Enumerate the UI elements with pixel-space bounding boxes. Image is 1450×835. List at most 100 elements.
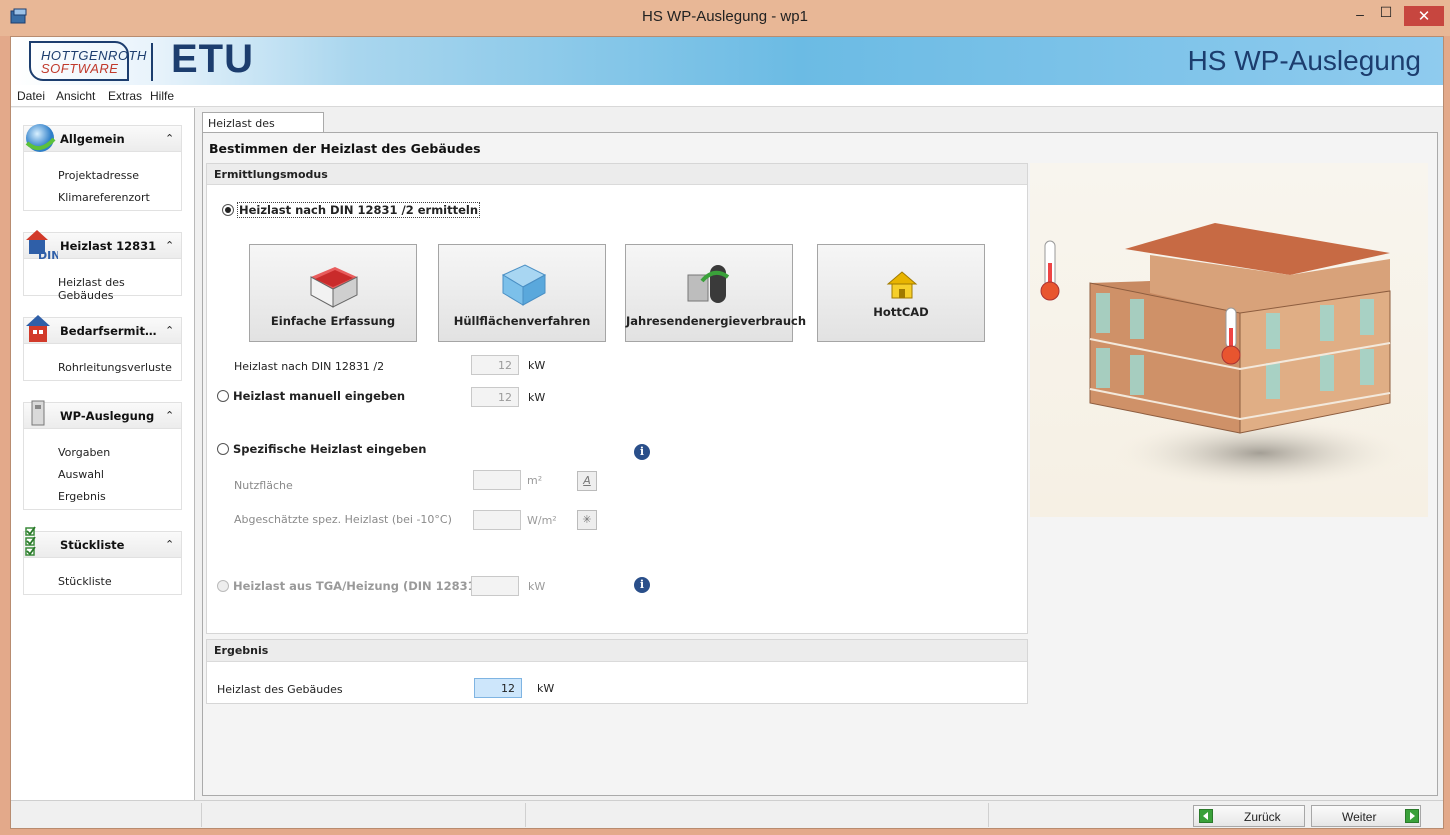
- collapse-icon[interactable]: ⌃: [165, 132, 174, 145]
- sidebar-item-klimareferenzort[interactable]: Klimareferenzort: [58, 191, 150, 204]
- status-bar: Zurück Weiter: [11, 800, 1443, 828]
- collapse-icon[interactable]: ⌃: [165, 239, 174, 252]
- wand-button[interactable]: ✳: [577, 510, 597, 530]
- sidebar-group-title: Stückliste: [60, 538, 125, 552]
- tank-icon: [687, 265, 730, 303]
- sidebar-item-rohrleitungsverluste[interactable]: Rohrleitungsverluste: [58, 361, 172, 374]
- info-icon[interactable]: i: [634, 577, 650, 593]
- next-button-label: Weiter: [1342, 810, 1377, 824]
- ergebnis-section: Ergebnis Heizlast des Gebäudes 12 kW: [206, 639, 1028, 704]
- building-image: [1040, 223, 1410, 489]
- logo-separator: [151, 43, 153, 81]
- back-button-label: Zurück: [1244, 810, 1281, 824]
- button-label: Jahresendenergieverbrauch: [626, 314, 807, 328]
- radio-manual-label[interactable]: Heizlast manuell eingeben: [233, 389, 405, 403]
- spez-heizlast-field[interactable]: [473, 510, 521, 530]
- ermittlungsmodus-section: Ermittlungsmodus Heizlast nach DIN 12831…: [206, 163, 1028, 634]
- collapse-icon[interactable]: ⌃: [165, 538, 174, 551]
- thermometer-icon: [1040, 240, 1060, 301]
- hottcad-button[interactable]: HottCAD: [817, 244, 985, 342]
- arrow-right-icon: [1405, 809, 1419, 823]
- sidebar-group-header[interactable]: WP-Auslegung ⌃: [24, 400, 181, 429]
- menu-bar: Datei Ansicht Extras Hilfe: [11, 85, 1443, 107]
- status-divider: [525, 803, 526, 827]
- area-calc-button[interactable]: A: [577, 471, 597, 491]
- button-label: Hüllflächenverfahren: [453, 314, 591, 328]
- back-button[interactable]: Zurück: [1193, 805, 1305, 827]
- window-title: HS WP-Auslegung - wp1: [642, 8, 808, 25]
- svg-text:DIN: DIN: [38, 249, 58, 260]
- logo-text-software: SOFTWARE: [41, 61, 119, 76]
- sidebar-group-title: Allgemein: [60, 132, 125, 146]
- room-box-icon: [310, 267, 358, 308]
- sidebar-group-heizlast: DIN Heizlast 12831 ⌃ Heizlast des Gebäud…: [23, 230, 182, 302]
- sidebar-group-header[interactable]: Allgemein ⌃: [24, 124, 181, 152]
- radio-specific[interactable]: [217, 443, 229, 455]
- arrow-left-icon: [1199, 809, 1213, 823]
- sidebar-item-vorgaben[interactable]: Vorgaben: [58, 446, 110, 459]
- din-heizlast-unit: kW: [528, 359, 546, 372]
- menu-hilfe[interactable]: Hilfe: [150, 89, 174, 103]
- next-button[interactable]: Weiter: [1311, 805, 1421, 827]
- manual-heizlast-field[interactable]: 12: [471, 387, 519, 407]
- sidebar-group-header[interactable]: Bedarfsermittlu... ⌃: [24, 315, 181, 344]
- radio-din[interactable]: [222, 204, 234, 216]
- sidebar-item-heizlast-gebaeude[interactable]: Heizlast des Gebäudes: [58, 276, 181, 302]
- collapse-icon[interactable]: ⌃: [165, 324, 174, 337]
- radio-tga[interactable]: [217, 580, 229, 592]
- info-icon[interactable]: i: [634, 444, 650, 460]
- section-header: Ergebnis: [207, 640, 1027, 662]
- collapse-icon[interactable]: ⌃: [165, 409, 174, 422]
- heat-pump-icon: [31, 400, 45, 426]
- button-label: HottCAD: [873, 305, 929, 319]
- tga-heizlast-field: [471, 576, 519, 596]
- huellflaechenverfahren-button[interactable]: Hüllflächenverfahren: [438, 244, 606, 342]
- radio-manual[interactable]: [217, 390, 229, 402]
- radio-tga-label[interactable]: Heizlast aus TGA/Heizung (DIN 12831): [233, 579, 481, 593]
- maximize-button[interactable]: ☐: [1376, 4, 1396, 21]
- radio-specific-label[interactable]: Spezifische Heizlast eingeben: [233, 442, 426, 456]
- button-label: Einfache Erfassung: [270, 314, 396, 328]
- sidebar-group-title: WP-Auslegung: [60, 409, 155, 423]
- manual-heizlast-unit: kW: [528, 391, 546, 404]
- tab-panel: Bestimmen der Heizlast des Gebäudes Ermi…: [202, 132, 1438, 796]
- close-button[interactable]: ✕: [1404, 6, 1444, 26]
- sidebar-group-wp: WP-Auslegung ⌃ Vorgaben Auswahl Ergebnis: [23, 400, 182, 510]
- menu-extras[interactable]: Extras: [108, 89, 142, 103]
- banner: HOTTGENROTH SOFTWARE ETU HS WP-Auslegung: [11, 37, 1443, 85]
- sidebar: Allgemein ⌃ Projektadresse Klimareferenz…: [11, 108, 195, 800]
- menu-datei[interactable]: Datei: [17, 89, 45, 103]
- spez-heizlast-label: Abgeschätzte spez. Heizlast (bei -10°C): [234, 513, 452, 526]
- radio-din-label[interactable]: Heizlast nach DIN 12831 /2 ermitteln: [237, 202, 481, 218]
- app-window: HOTTGENROTH SOFTWARE ETU HS WP-Auslegung…: [10, 36, 1444, 829]
- einfache-erfassung-button[interactable]: Einfache Erfassung: [249, 244, 417, 342]
- status-divider: [988, 803, 989, 827]
- sidebar-group-allgemein: Allgemein ⌃ Projektadresse Klimareferenz…: [23, 124, 182, 211]
- sidebar-group-title: Heizlast 12831: [60, 239, 157, 253]
- product-logo: ETU: [171, 37, 254, 81]
- menu-ansicht[interactable]: Ansicht: [56, 89, 95, 103]
- house-din-icon: DIN: [26, 230, 58, 260]
- sidebar-item-auswahl[interactable]: Auswahl: [58, 468, 104, 481]
- nutzflaeche-field[interactable]: [473, 470, 521, 490]
- tab-heizlast-gebaeude[interactable]: Heizlast des Gebäudes: [202, 112, 324, 143]
- section-header: Ermittlungsmodus: [207, 164, 1027, 185]
- sidebar-group-bedarf: Bedarfsermittlu... ⌃ Rohrleitungsverlust…: [23, 315, 182, 381]
- nutzflaeche-unit: m²: [527, 474, 543, 487]
- ergebnis-unit: kW: [537, 682, 555, 695]
- hottcad-house-icon: [886, 271, 918, 299]
- sidebar-item-stueckliste[interactable]: Stückliste: [58, 575, 112, 588]
- checklist-icon: [25, 526, 36, 556]
- cube-envelope-icon: [501, 264, 547, 306]
- sidebar-item-projektadresse[interactable]: Projektadresse: [58, 169, 139, 182]
- sidebar-item-ergebnis[interactable]: Ergebnis: [58, 490, 106, 503]
- din-heizlast-label: Heizlast nach DIN 12831 /2: [234, 360, 385, 373]
- sidebar-group-header[interactable]: DIN Heizlast 12831 ⌃: [24, 230, 181, 260]
- minimize-button[interactable]: –: [1350, 6, 1370, 22]
- ergebnis-field[interactable]: 12: [474, 678, 522, 698]
- spez-heizlast-unit: W/m²: [527, 514, 557, 527]
- page-title: Bestimmen der Heizlast des Gebäudes: [209, 141, 481, 156]
- jahresendenergieverbrauch-button[interactable]: Jahresendenergieverbrauch: [625, 244, 807, 342]
- sidebar-group-header[interactable]: Stückliste ⌃: [24, 526, 181, 558]
- globe-icon: [25, 124, 56, 152]
